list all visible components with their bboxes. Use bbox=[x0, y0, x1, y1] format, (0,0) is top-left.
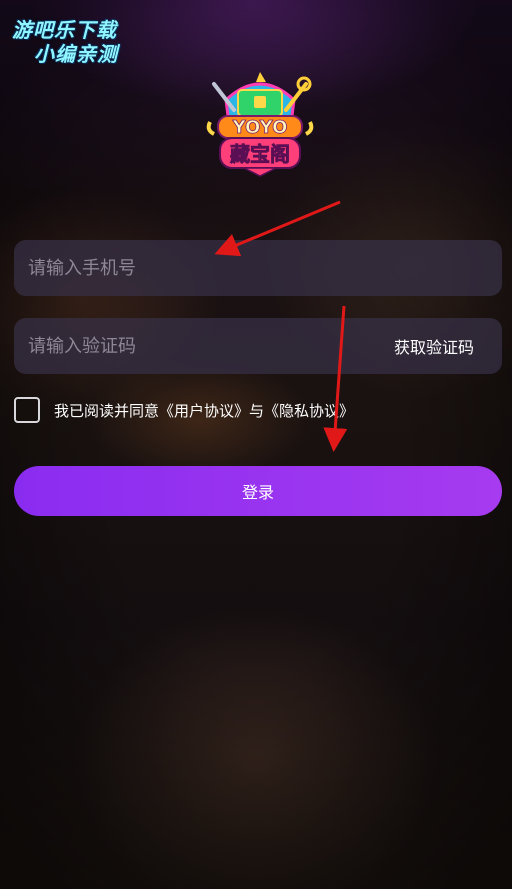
watermark: 游吧乐下载 小编亲测 bbox=[8, 12, 148, 66]
verification-code-input[interactable] bbox=[14, 318, 374, 374]
login-button[interactable]: 登录 bbox=[14, 466, 502, 516]
agreement-checkbox[interactable] bbox=[14, 397, 40, 423]
logo-bottom-text: 藏宝阁 bbox=[230, 142, 290, 166]
phone-input[interactable] bbox=[14, 240, 502, 296]
watermark-line-2: 小编亲测 bbox=[34, 42, 118, 66]
logo-top-text: YOYO bbox=[232, 117, 288, 138]
agreement-row: 我已阅读并同意《用户协议》与《隐私协议》 bbox=[14, 396, 502, 424]
phone-field[interactable] bbox=[14, 240, 502, 296]
app-logo: YOYO 藏宝阁 bbox=[206, 72, 314, 177]
agreement-text[interactable]: 我已阅读并同意《用户协议》与《隐私协议》 bbox=[54, 400, 354, 421]
verification-code-field[interactable]: 获取验证码 bbox=[14, 318, 502, 374]
get-code-button[interactable]: 获取验证码 bbox=[394, 334, 474, 358]
